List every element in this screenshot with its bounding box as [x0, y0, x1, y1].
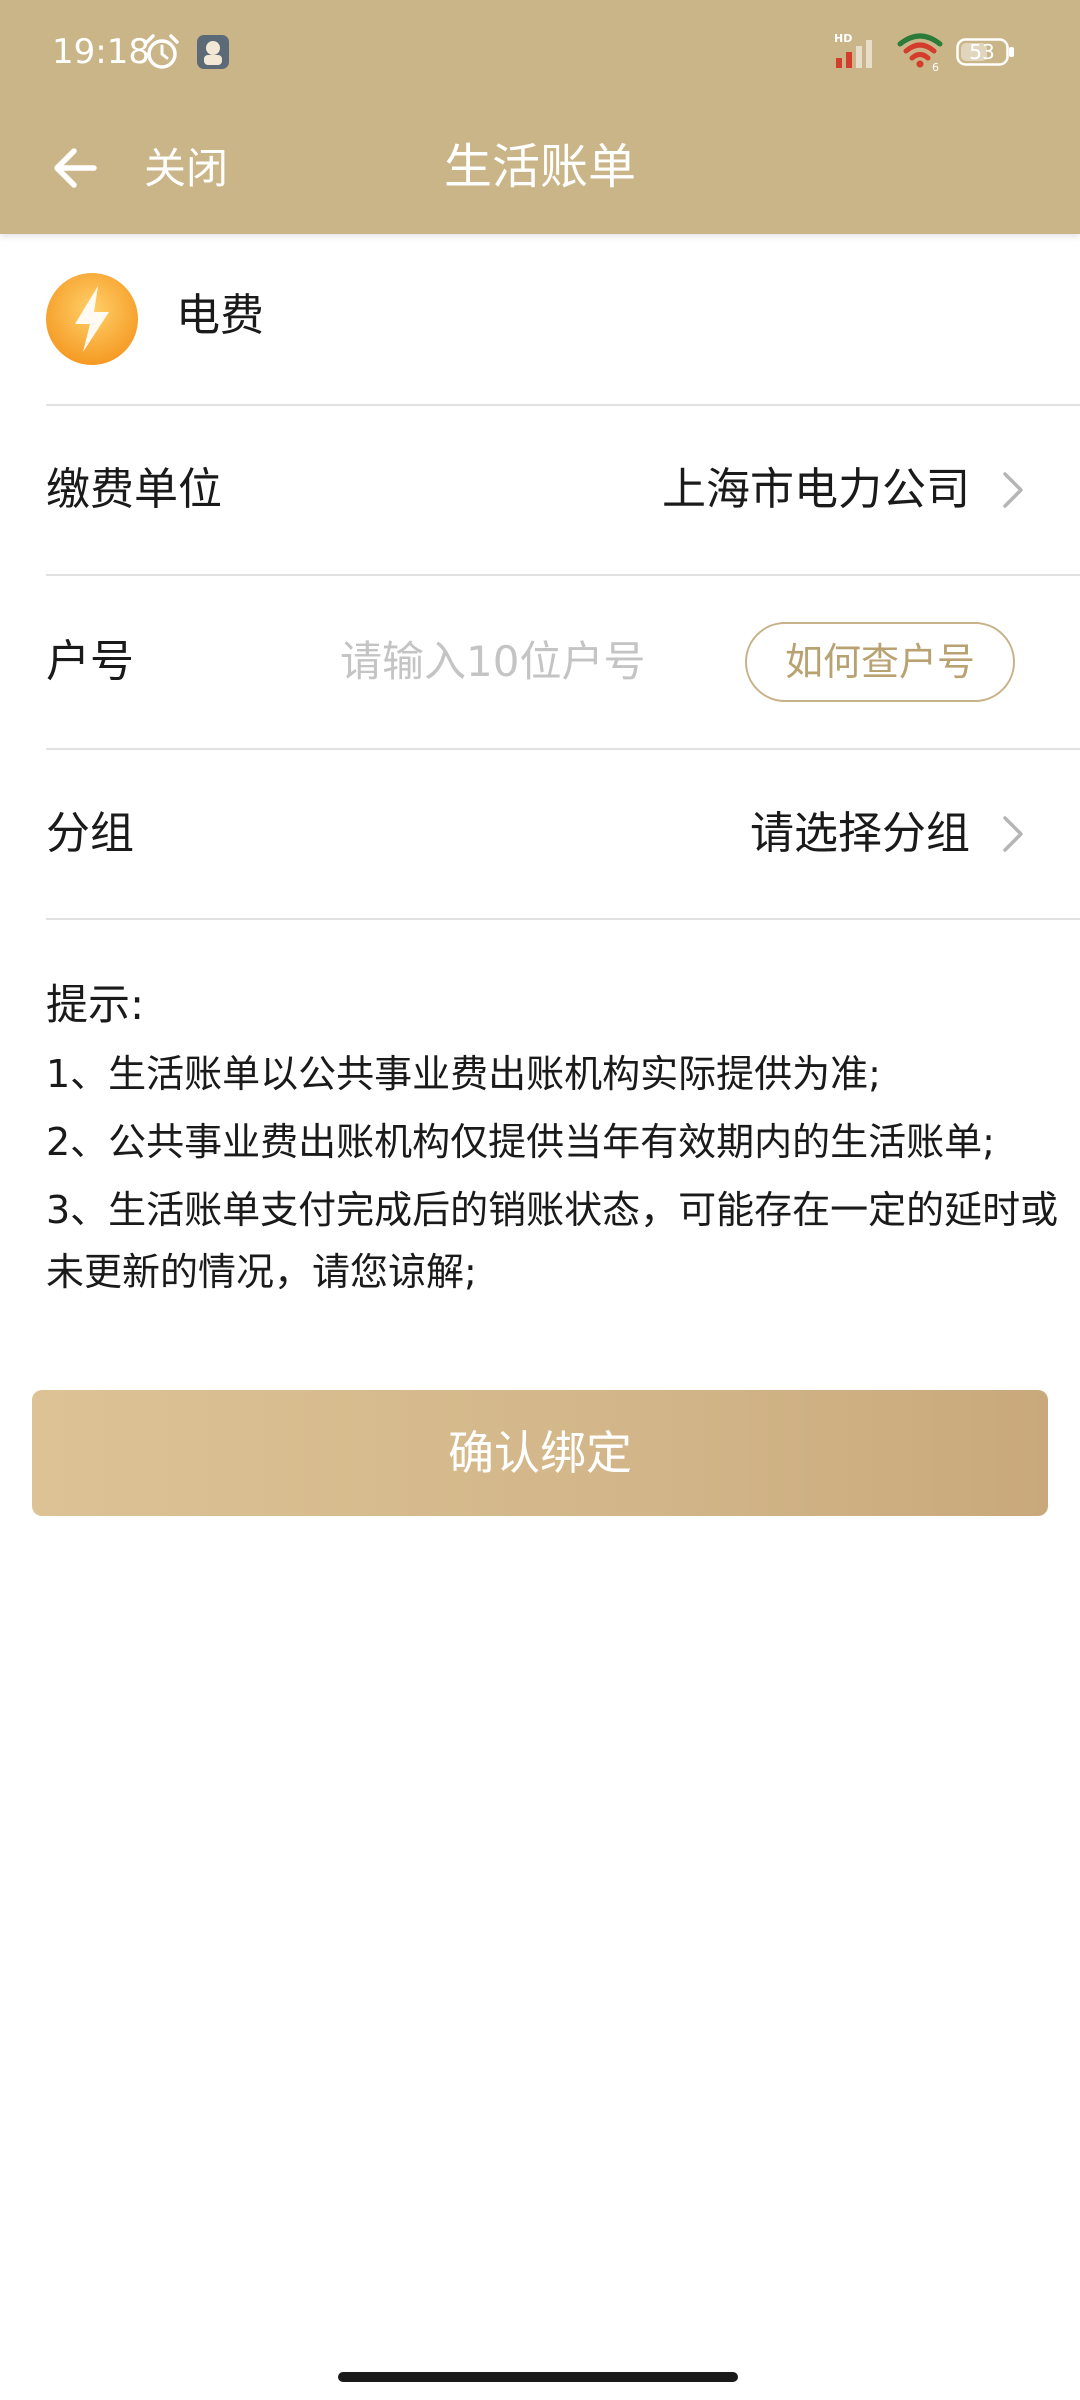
chevron-right-icon [1003, 472, 1023, 508]
page: 19:18 HD 6 53 关闭 生活账单 电费 缴费单位 上海市电力公司 户号… [0, 0, 1080, 2400]
signal-icon: HD [834, 32, 872, 68]
home-indicator[interactable] [338, 2372, 738, 2382]
tips-title: 提示: [46, 980, 145, 1029]
group-row[interactable]: 分组 请选择分组 [0, 750, 1080, 918]
lightning-icon [46, 273, 138, 365]
how-to-find-account-button[interactable]: 如何查户号 [745, 622, 1015, 702]
header: 19:18 HD 6 53 关闭 生活账单 [0, 0, 1080, 234]
svg-text:HD: HD [834, 32, 852, 45]
app-notification-icon [197, 35, 229, 69]
nav-bar: 关闭 生活账单 [0, 104, 1080, 234]
group-label: 分组 [46, 808, 134, 859]
close-button[interactable]: 关闭 [144, 140, 228, 198]
status-time: 19:18 [52, 32, 150, 72]
battery-icon: 53 [956, 38, 1016, 66]
status-bar: 19:18 HD 6 53 [0, 0, 1080, 104]
service-name: 电费 [176, 290, 264, 341]
divider [46, 918, 1080, 920]
account-input[interactable] [340, 632, 680, 692]
wifi-icon: 6 [897, 33, 943, 72]
payee-value: 上海市电力公司 [662, 464, 970, 515]
group-value: 请选择分组 [750, 808, 970, 859]
tip-item: 1、生活账单以公共事业费出账机构实际提供为准; [46, 1052, 881, 1096]
alarm-icon [145, 34, 179, 69]
payee-row[interactable]: 缴费单位 上海市电力公司 [0, 406, 1080, 574]
confirm-bind-button[interactable]: 确认绑定 [32, 1390, 1048, 1516]
svg-text:6: 6 [932, 61, 939, 72]
page-title: 生活账单 [443, 139, 636, 195]
battery-level: 53 [969, 40, 995, 64]
payee-label: 缴费单位 [46, 464, 222, 515]
tips-section: 提示: 1、生活账单以公共事业费出账机构实际提供为准; 2、公共事业费出账机构仅… [46, 975, 1080, 1309]
arrow-left-icon[interactable] [48, 138, 108, 198]
chevron-right-icon [1003, 816, 1023, 852]
tip-item: 3、生活账单支付完成后的销账状态，可能存在一定的延时或未更新的情况，请您谅解; [46, 1188, 1059, 1294]
service-row: 电费 [0, 234, 1080, 406]
tip-item: 2、公共事业费出账机构仅提供当年有效期内的生活账单; [46, 1120, 995, 1164]
account-label: 户号 [46, 636, 134, 687]
account-row: 户号 如何查户号 [0, 576, 1080, 748]
